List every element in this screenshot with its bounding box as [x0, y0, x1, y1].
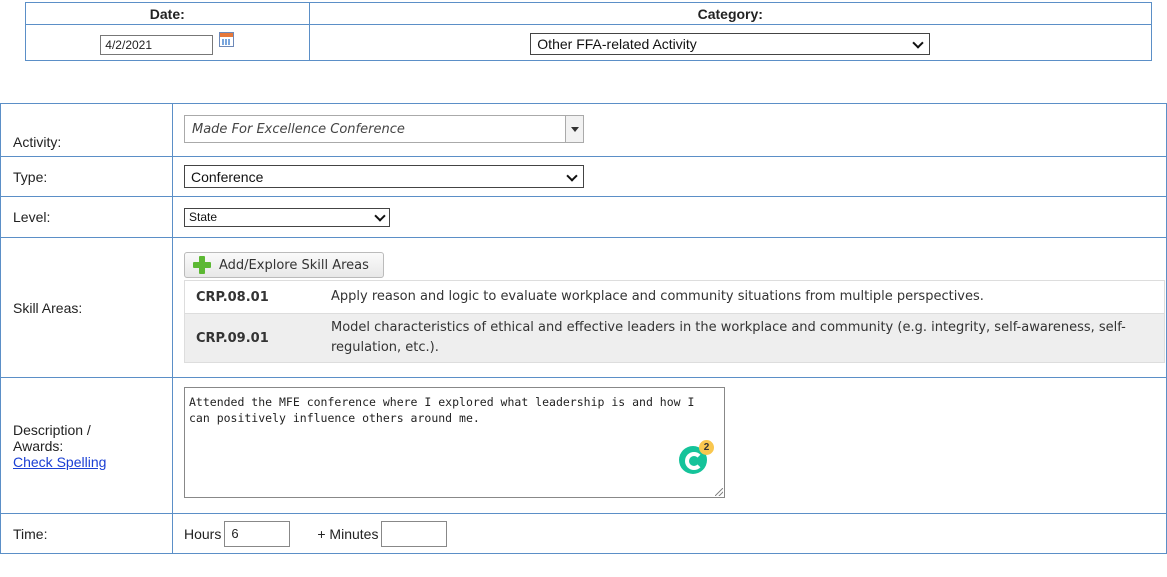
- type-select[interactable]: Conference: [184, 165, 584, 188]
- description-label: Description / Awards: Check Spelling: [13, 422, 171, 470]
- time-cell: Hours 6 + Minutes: [172, 513, 1167, 554]
- minutes-label: + Minutes: [317, 525, 379, 542]
- activity-combobox[interactable]: Made For Excellence Conference: [184, 115, 584, 143]
- category-header: Category:: [308, 2, 1153, 25]
- skill-list: CRP.08.01 Apply reason and logic to eval…: [184, 280, 1165, 363]
- caret-down-icon: [570, 126, 579, 132]
- description-textarea[interactable]: Attended the MFE conference where I expl…: [184, 387, 725, 498]
- description-label-line2: Awards:: [13, 437, 64, 454]
- type-cell: Conference: [172, 156, 1167, 197]
- level-label: Level:: [0, 196, 173, 238]
- activity-label: Activity:: [0, 103, 173, 157]
- skill-code: CRP.09.01: [196, 330, 269, 346]
- skill-row: CRP.08.01 Apply reason and logic to eval…: [185, 281, 1164, 314]
- plus-icon: [193, 256, 211, 274]
- activity-cell: Made For Excellence Conference: [172, 103, 1167, 157]
- category-select[interactable]: Other FFA-related Activity: [530, 32, 931, 55]
- resize-handle-icon[interactable]: [715, 488, 723, 496]
- grammarly-count-badge: 2: [699, 440, 714, 455]
- time-fields: Hours 6 + Minutes: [184, 520, 1165, 547]
- type-select-value: Conference: [191, 168, 264, 185]
- date-cell: 4/2/2021: [25, 24, 310, 61]
- date-header: Date:: [25, 2, 310, 25]
- hours-label: Hours: [184, 525, 222, 542]
- category-select-value: Other FFA-related Activity: [537, 35, 697, 52]
- level-select-value: State: [189, 210, 218, 224]
- description-cell: Attended the MFE conference where I expl…: [172, 377, 1167, 514]
- level-select[interactable]: State: [184, 207, 390, 227]
- description-label-line1: Description /: [13, 421, 91, 438]
- date-input[interactable]: 4/2/2021: [100, 34, 214, 55]
- skill-description: Apply reason and logic to evaluate workp…: [331, 289, 984, 304]
- time-label: Time:: [0, 513, 173, 554]
- activity-form: Activity: Made For Excellence Conference…: [0, 103, 1167, 554]
- add-skill-areas-button[interactable]: Add/Explore Skill Areas: [184, 252, 384, 278]
- category-cell: Other FFA-related Activity: [308, 24, 1153, 61]
- calendar-icon[interactable]: [219, 32, 235, 47]
- type-label: Type:: [0, 156, 173, 197]
- skill-areas-label: Skill Areas:: [0, 237, 173, 378]
- check-spelling-link[interactable]: Check Spelling: [13, 454, 106, 470]
- minutes-input[interactable]: [381, 520, 448, 547]
- activity-value: Made For Excellence Conference: [192, 121, 405, 137]
- chevron-down-icon: [567, 172, 577, 182]
- date-picker: 4/2/2021: [100, 32, 235, 55]
- hours-input[interactable]: 6: [224, 520, 291, 547]
- chevron-down-icon: [913, 39, 923, 49]
- activity-dropdown-button[interactable]: [565, 116, 583, 142]
- skill-areas-cell: Add/Explore Skill Areas CRP.08.01 Apply …: [172, 237, 1167, 378]
- skill-row: CRP.09.01 Model characteristics of ethic…: [185, 314, 1164, 362]
- level-cell: State: [172, 196, 1167, 238]
- add-skill-areas-label: Add/Explore Skill Areas: [219, 257, 369, 273]
- skill-description: Model characteristics of ethical and eff…: [331, 320, 1126, 355]
- date-category-table: Date: Category: 4/2/2021 Other FFA-relat…: [25, 2, 1153, 61]
- description-label-cell: Description / Awards: Check Spelling: [0, 377, 173, 514]
- description-text: Attended the MFE conference where I expl…: [189, 395, 702, 425]
- chevron-down-icon: [375, 212, 385, 222]
- skill-code: CRP.08.01: [196, 289, 269, 305]
